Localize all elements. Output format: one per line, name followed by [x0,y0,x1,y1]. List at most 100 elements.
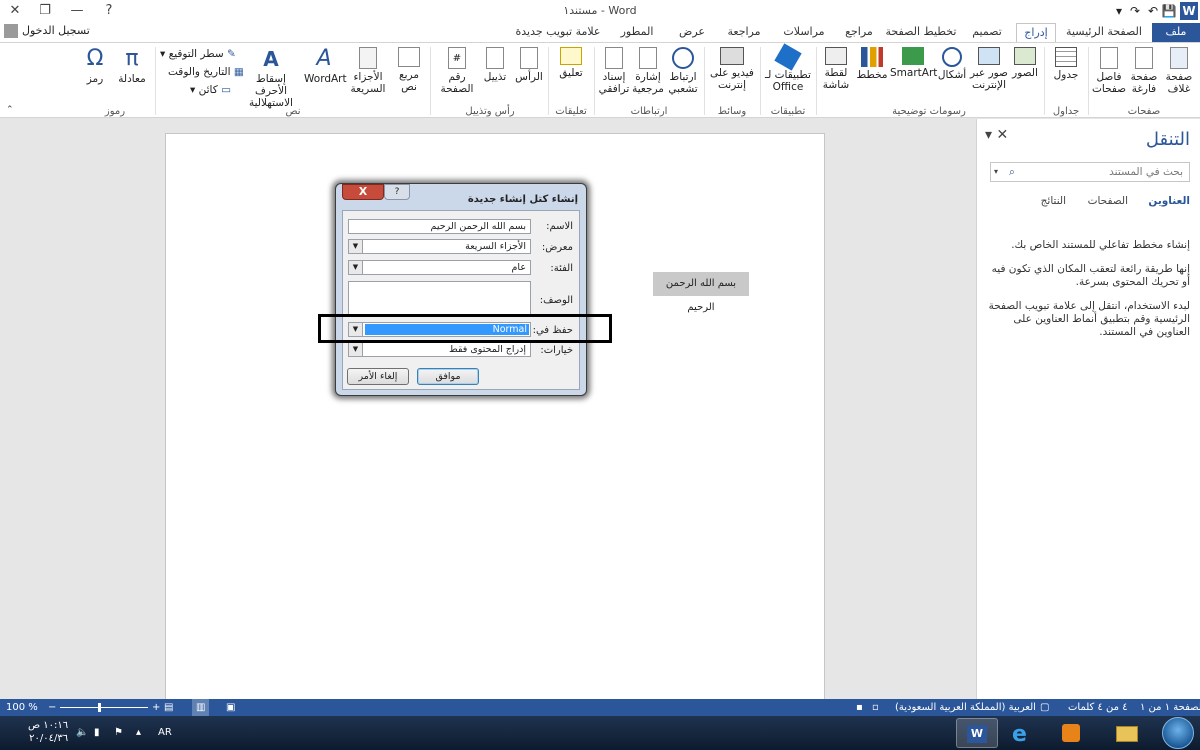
footer-button[interactable]: تذييل [480,47,510,83]
dialog-close-button[interactable]: X [342,184,384,200]
hyperlink-button[interactable]: ارتباط تشعبي [666,47,700,95]
tab-new-tab[interactable]: علامة تبويب جديدة [508,23,608,42]
tab-insert[interactable]: إدراج [1016,23,1056,42]
gallery-select[interactable]: ▼ الأجزاء السريعة [348,239,531,254]
input-language[interactable]: AR [158,716,172,750]
tab-references[interactable]: مراجع [838,23,880,42]
navigation-tabs: العناوين الصفحات النتائج [987,195,1190,213]
page-number-button[interactable]: # رقم الصفحة [436,47,478,95]
language-indicator[interactable]: العربية (المملكة العربية السعودية) [895,699,1036,716]
folder-icon [1116,726,1138,742]
smartart-button[interactable]: SmartArt [890,47,937,79]
flag-icon[interactable]: ⚑ [114,716,123,750]
zoom-slider[interactable] [60,707,148,708]
options-select[interactable]: ▼ إدراج المحتوى فقط [348,342,531,357]
signature-line-button[interactable]: ▾ سطر التوقيع ✎ [160,47,236,61]
tab-file[interactable]: ملف [1152,23,1200,42]
volume-icon[interactable]: 🔈 [76,716,88,750]
navigation-close-icon[interactable]: ✕ ▾ [985,127,1008,143]
web-layout-icon[interactable]: ▤ [164,699,173,716]
equation-button[interactable]: π معادلة [114,47,150,86]
chevron-down-icon[interactable]: ▼ [349,343,363,356]
save-icon[interactable]: 💾 [1160,2,1178,20]
shapes-button[interactable]: أشكال [936,47,968,81]
drop-cap-button[interactable]: A إسقاط الأحرف الاستهلالية [240,47,302,109]
taskbar-clock[interactable]: ١٠:١٦ ص ٢٠/٠٤/٣٦ [28,719,68,745]
pictures-button[interactable]: الصور [1010,47,1040,79]
macro-record-icon[interactable]: ▪ [856,699,863,716]
taskbar-media-player[interactable] [1050,718,1092,748]
media-player-icon [1062,724,1080,742]
bookmark-button[interactable]: إشارة مرجعية [632,47,664,95]
zoom-slider-thumb[interactable] [98,703,101,712]
quick-parts-button[interactable]: الأجزاء السريعة [348,47,388,95]
chevron-down-icon[interactable]: ▼ [349,261,363,274]
apps-for-office-button[interactable]: تطبيقات لـ Office [764,43,812,93]
taskbar-file-explorer[interactable] [1106,718,1148,748]
chevron-down-icon[interactable]: ▼ [349,240,363,253]
word-icon: W [967,725,987,743]
show-hidden-icons[interactable]: ▴ [136,716,141,750]
name-field[interactable]: بسم الله الرحمن الرحيم [348,219,531,234]
selected-document-text[interactable]: بسم الله الرحمن الرحيم [653,272,749,313]
wordart-button[interactable]: A WordArt [304,47,347,86]
start-button[interactable] [1162,717,1194,749]
ribbon: Ω رمز π معادلة رموز ▾ سطر التوقيع ✎ التا… [0,42,1200,118]
online-pictures-button[interactable]: صور عبر الإنترنت [970,47,1008,91]
print-layout-icon[interactable]: ▥ [192,699,210,716]
track-changes-icon[interactable]: ▫ [872,699,879,716]
cancel-button[interactable]: إلغاء الأمر [347,368,409,385]
tab-review[interactable]: مراجعة [720,23,768,42]
taskbar-internet-explorer[interactable]: e [1002,718,1044,748]
dialog-help-button[interactable]: ? [384,184,410,200]
tab-page-layout[interactable]: تخطيط الصفحة [884,23,958,42]
comment-button[interactable]: تعليق [552,47,590,79]
collapse-ribbon-icon[interactable]: ⌃ [6,105,14,115]
cross-reference-button[interactable]: إسناد ترافقي [598,47,630,95]
screenshot-button[interactable]: لقطة شاشة [818,47,854,91]
nav-tab-headings[interactable]: العناوين [1148,195,1190,207]
nav-tab-results[interactable]: النتائج [1041,195,1066,207]
network-icon[interactable]: ▮ [94,716,100,750]
navigation-title: التنقل [1145,129,1190,150]
name-label: الاسم: [546,221,573,232]
object-button[interactable]: ▾ كائن ▭ [190,83,231,97]
group-divider [155,47,156,115]
chevron-down-icon[interactable]: ▾ [994,163,998,181]
tab-view[interactable]: عرض [668,23,716,42]
date-time-button[interactable]: التاريخ والوقت ▦ [168,65,244,79]
page-indicator[interactable]: الصفحة ١ من ١ [1140,699,1200,716]
category-select[interactable]: ▼ عام [348,260,531,275]
search-icon[interactable]: ⌕ [1009,163,1015,181]
description-field[interactable] [348,281,531,317]
header-button[interactable]: الرأس [514,47,544,83]
read-mode-icon[interactable]: ▣ [226,699,235,716]
cover-page-button[interactable]: صفحة غلاف [1162,47,1196,95]
redo-icon[interactable]: ↷ [1126,2,1144,20]
navigation-search-input[interactable]: بحث في المستند ⌕ ▾ [990,162,1190,182]
sign-in-link[interactable]: تسجيل الدخول [4,22,90,42]
nav-tab-pages[interactable]: الصفحات [1088,195,1128,207]
symbol-button[interactable]: Ω رمز [80,47,110,86]
proofing-icon[interactable]: ▢ [1040,699,1049,716]
text-box-button[interactable]: مربع نص [392,47,426,93]
tab-mailings[interactable]: مراسلات [774,23,834,42]
text-box-icon [398,47,420,67]
tab-developer[interactable]: المطور [612,23,662,42]
gallery-label: معرض: [541,242,573,253]
zoom-level[interactable]: 100 % [6,699,38,716]
taskbar-word[interactable]: W [956,718,998,748]
word-count[interactable]: ٤ من ٤ كلمات [1068,699,1128,716]
tab-design[interactable]: تصميم [962,23,1012,42]
ok-button[interactable]: موافق [417,368,479,385]
table-button[interactable]: جدول [1048,47,1084,81]
tab-home[interactable]: الصفحة الرئيسية [1060,23,1148,42]
page-break-button[interactable]: فاصل صفحات [1092,47,1126,95]
group-label-tables: جداول [1052,106,1080,117]
zoom-in-icon[interactable]: + [152,699,160,716]
zoom-out-icon[interactable]: − [48,699,56,716]
blank-page-button[interactable]: صفحة فارغة [1128,47,1160,95]
comment-icon [560,47,582,65]
online-video-button[interactable]: فيديو على إنترنت [708,47,756,91]
chart-button[interactable]: مخطط [856,47,888,81]
